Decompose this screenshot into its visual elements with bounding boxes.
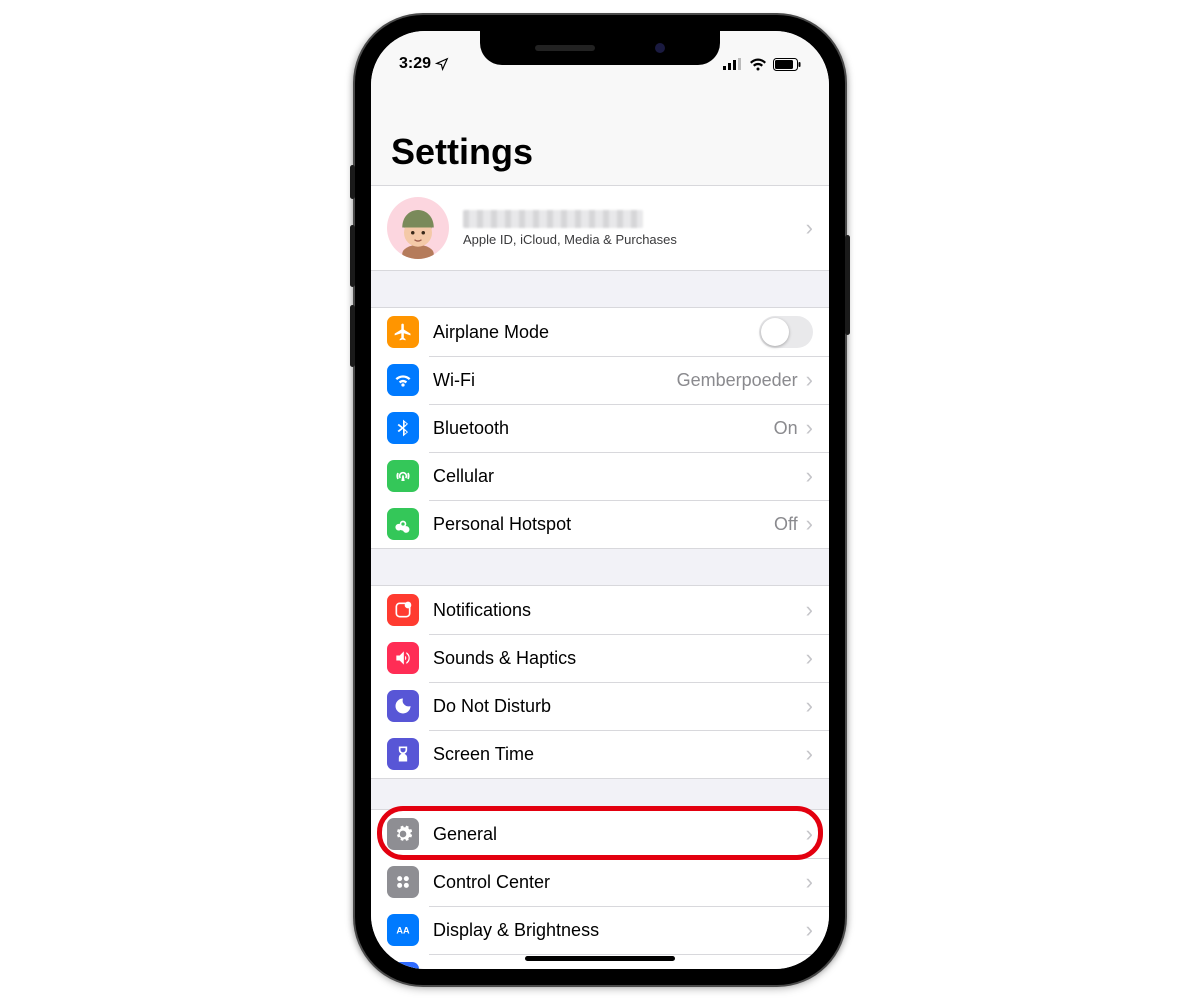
row-sounds[interactable]: Sounds & Haptics › (371, 634, 829, 682)
chevron-right-icon: › (806, 417, 813, 439)
row-screen-time[interactable]: Screen Time › (371, 730, 829, 778)
row-display-brightness[interactable]: AA Display & Brightness › (371, 906, 829, 954)
row-value: Gemberpoeder (677, 370, 798, 391)
home-indicator[interactable] (525, 956, 675, 961)
group-notifications: Notifications › Sounds & Haptics › Do No… (371, 585, 829, 779)
chevron-right-icon: › (806, 743, 813, 765)
row-do-not-disturb[interactable]: Do Not Disturb › (371, 682, 829, 730)
chevron-right-icon: › (806, 871, 813, 893)
group-account: Apple ID, iCloud, Media & Purchases › (371, 185, 829, 271)
row-airplane-mode[interactable]: Airplane Mode (371, 308, 829, 356)
chevron-right-icon: › (806, 369, 813, 391)
chevron-right-icon: › (806, 465, 813, 487)
row-label: Personal Hotspot (433, 514, 774, 535)
cellular-icon (387, 460, 419, 492)
row-label: Cellular (433, 466, 806, 487)
chevron-right-icon: › (806, 513, 813, 535)
airplane-icon (387, 316, 419, 348)
wifi-icon (749, 58, 767, 71)
account-name-redacted (463, 210, 643, 228)
row-label: Display & Brightness (433, 920, 806, 941)
screentime-icon (387, 738, 419, 770)
display-icon: AA (387, 914, 419, 946)
power-button (845, 235, 850, 335)
home-screen-icon (387, 962, 419, 969)
row-label: Home Screen (433, 968, 806, 970)
chevron-right-icon: › (806, 919, 813, 941)
section-gap (371, 549, 829, 585)
battery-icon (773, 58, 801, 71)
volume-down-button (350, 305, 355, 367)
bluetooth-icon (387, 412, 419, 444)
control-center-icon (387, 866, 419, 898)
notifications-icon (387, 594, 419, 626)
location-icon (435, 57, 449, 71)
row-notifications[interactable]: Notifications › (371, 586, 829, 634)
chevron-right-icon: › (806, 967, 813, 969)
row-bluetooth[interactable]: Bluetooth On › (371, 404, 829, 452)
sounds-icon (387, 642, 419, 674)
account-subtitle: Apple ID, iCloud, Media & Purchases (463, 232, 806, 247)
airplane-toggle[interactable] (759, 316, 813, 348)
row-apple-id[interactable]: Apple ID, iCloud, Media & Purchases › (371, 186, 829, 270)
row-label: Screen Time (433, 744, 806, 765)
row-label: Sounds & Haptics (433, 648, 806, 669)
row-label: Do Not Disturb (433, 696, 806, 717)
row-label: Airplane Mode (433, 322, 759, 343)
row-label: General (433, 824, 806, 845)
section-gap (371, 779, 829, 809)
page-title: Settings (371, 81, 829, 185)
row-general[interactable]: General › (371, 810, 829, 858)
screen: 3:29 Settings (371, 31, 829, 969)
row-label: Control Center (433, 872, 806, 893)
chevron-right-icon: › (806, 599, 813, 621)
volume-up-button (350, 225, 355, 287)
wifi-icon (387, 364, 419, 396)
group-connectivity: Airplane Mode Wi-Fi Gemberpoeder › Bluet… (371, 307, 829, 549)
chevron-right-icon: › (806, 647, 813, 669)
dnd-icon (387, 690, 419, 722)
row-label: Wi-Fi (433, 370, 677, 391)
row-wifi[interactable]: Wi-Fi Gemberpoeder › (371, 356, 829, 404)
notch (480, 31, 720, 65)
row-cellular[interactable]: Cellular › (371, 452, 829, 500)
gear-icon (387, 818, 419, 850)
svg-text:AA: AA (396, 925, 410, 935)
mute-switch (350, 165, 355, 199)
hotspot-icon (387, 508, 419, 540)
chevron-right-icon: › (806, 217, 813, 239)
group-system: General › Control Center › AA Display & … (371, 809, 829, 969)
cell-signal-icon (723, 58, 743, 70)
row-label: Notifications (433, 600, 806, 621)
row-label: Bluetooth (433, 418, 774, 439)
section-gap (371, 271, 829, 307)
phone-frame: 3:29 Settings (355, 15, 845, 985)
chevron-right-icon: › (806, 823, 813, 845)
row-control-center[interactable]: Control Center › (371, 858, 829, 906)
status-time: 3:29 (399, 55, 431, 73)
row-value: Off (774, 514, 798, 535)
row-value: On (774, 418, 798, 439)
avatar (387, 197, 449, 259)
chevron-right-icon: › (806, 695, 813, 717)
row-personal-hotspot[interactable]: Personal Hotspot Off › (371, 500, 829, 548)
